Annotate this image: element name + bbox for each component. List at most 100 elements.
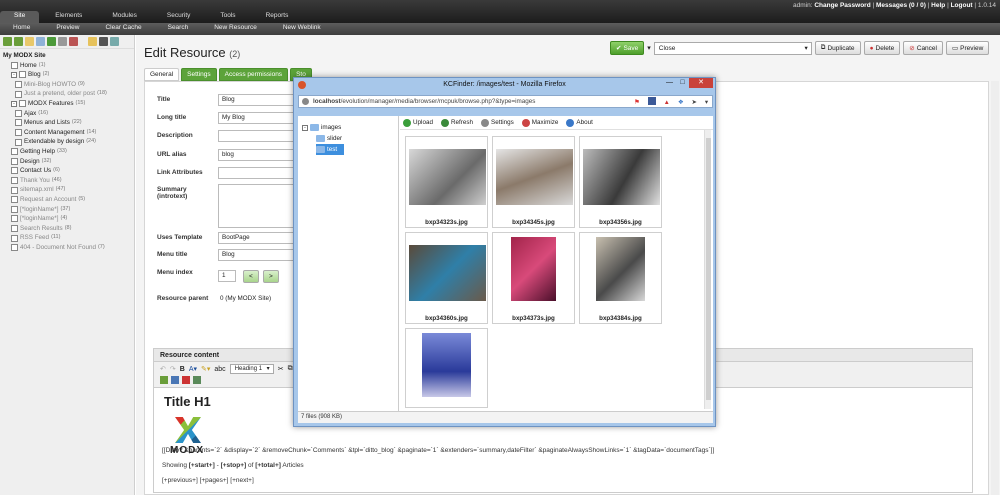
tree-node[interactable]: Mini-Blog HOWTO (9) — [3, 80, 131, 90]
after-save-select[interactable]: Close — [653, 41, 812, 55]
menu-index-increase-button[interactable]: > — [263, 270, 279, 283]
file-item[interactable]: bxp34356s.jpg — [579, 136, 662, 228]
menu-index-decrease-button[interactable]: < — [243, 270, 259, 283]
format-select[interactable]: Heading 1 — [229, 364, 274, 374]
image-icon[interactable] — [160, 376, 168, 384]
tree-node[interactable]: Contact Us (6) — [3, 166, 131, 176]
cut-icon[interactable]: ✂ — [278, 365, 284, 373]
minimize-icon[interactable]: — — [663, 78, 676, 88]
url-bar[interactable]: localhost/evolution/manager/media/browse… — [298, 95, 713, 108]
addon-icon[interactable]: ▲ — [664, 97, 670, 108]
folder-test[interactable]: test — [316, 144, 344, 155]
nav-tab-modules[interactable]: Modules — [98, 11, 151, 23]
preview-button[interactable]: ▭ Preview — [945, 41, 990, 55]
folder-slider[interactable]: slider — [316, 133, 398, 144]
settings-button[interactable]: Settings — [481, 118, 514, 127]
sort-icon[interactable] — [58, 37, 67, 46]
resource-parent-value[interactable]: 0 (My MODX Site) — [220, 295, 271, 302]
refresh-button[interactable]: Refresh — [440, 118, 473, 127]
sub-new-resource[interactable]: New Resource — [201, 23, 270, 35]
tree-node[interactable]: sitemap.xml (47) — [3, 185, 131, 195]
sub-new-weblink[interactable]: New Weblink — [270, 23, 334, 35]
tree-node[interactable]: [*loginName*] (4) — [3, 214, 131, 224]
collapse-icon[interactable] — [14, 37, 23, 46]
collapse-toggle-icon[interactable]: - — [11, 71, 17, 78]
tree-node[interactable]: [*loginName*] (37) — [3, 205, 131, 215]
tree-node[interactable]: Design (32) — [3, 157, 131, 167]
kcfinder-scroll-thumb[interactable] — [706, 138, 711, 400]
close-icon[interactable]: ✕ — [689, 78, 713, 88]
tab-access-permissions[interactable]: Access permissions — [218, 68, 289, 81]
tree-node[interactable]: Menus and Lists (22) — [3, 118, 131, 128]
media-icon[interactable] — [171, 376, 179, 384]
highlight-icon[interactable]: ✎▾ — [201, 365, 210, 373]
file-item[interactable]: bxp34323s.jpg — [405, 136, 488, 228]
change-password-link[interactable]: Change Password — [814, 2, 870, 9]
tree-node[interactable]: 404 - Document Not Found (7) — [3, 243, 131, 253]
new-weblink-icon[interactable] — [36, 37, 45, 46]
send-icon[interactable]: ➤ — [692, 97, 697, 108]
tree-node[interactable]: RSS Feed (11) — [3, 233, 131, 243]
sub-home[interactable]: Home — [0, 23, 43, 35]
window-icon[interactable] — [110, 37, 119, 46]
collapse-toggle-icon[interactable]: - — [11, 100, 17, 107]
tree-node[interactable]: - MODX Features (15) — [3, 99, 131, 109]
refresh-icon[interactable] — [47, 37, 56, 46]
tree-node[interactable]: Just a pretend, older post (18) — [3, 89, 131, 99]
nav-tab-reports[interactable]: Reports — [252, 11, 303, 23]
menu-index-field[interactable]: 1 — [218, 270, 236, 282]
sub-search[interactable]: Search — [155, 23, 202, 35]
nav-tab-tools[interactable]: Tools — [206, 11, 249, 23]
duplicate-button[interactable]: ⧉ Duplicate — [814, 41, 861, 55]
file-item[interactable] — [405, 328, 488, 408]
overflow-icon[interactable]: ▾ — [705, 97, 708, 108]
tree-node[interactable]: Search Results (8) — [3, 224, 131, 234]
tree-node[interactable]: Getting Help (33) — [3, 147, 131, 157]
tree-node[interactable]: Extendable by design (24) — [3, 137, 131, 147]
cancel-button[interactable]: ⊘ Cancel — [903, 41, 943, 55]
tab-general[interactable]: General — [144, 68, 180, 81]
file-item[interactable]: bxp34360s.jpg — [405, 232, 488, 324]
maximize-button[interactable]: Maximize — [521, 118, 558, 127]
file-item[interactable]: bxp34384s.jpg — [579, 232, 662, 324]
tree-node[interactable]: Home (1) — [3, 61, 131, 71]
collapse-toggle-icon[interactable]: - — [302, 124, 308, 131]
menu-icon[interactable] — [99, 37, 108, 46]
purge-icon[interactable] — [69, 37, 78, 46]
new-resource-icon[interactable] — [25, 37, 34, 46]
tree-node[interactable]: Content Management (14) — [3, 128, 131, 138]
nav-tab-security[interactable]: Security — [153, 11, 204, 23]
save-button[interactable]: ✔ Save — [610, 41, 645, 55]
tree-node[interactable]: Thank You (46) — [3, 176, 131, 186]
folder-icon[interactable] — [88, 37, 97, 46]
file-item[interactable]: bxp34373s.jpg — [492, 232, 575, 324]
upload-button[interactable]: Upload — [403, 118, 433, 127]
tab-settings[interactable]: Settings — [181, 68, 217, 81]
main-scrollbar[interactable] — [991, 81, 999, 495]
table-icon[interactable] — [193, 376, 201, 384]
tree-node[interactable]: My MODX Site — [3, 51, 131, 61]
help-link[interactable]: Help — [931, 2, 945, 9]
tree-node[interactable]: Request an Account (5) — [3, 195, 131, 205]
file-item[interactable]: bxp34345s.jpg — [492, 136, 575, 228]
bold-icon[interactable]: B — [180, 366, 185, 373]
tree-node[interactable]: - Blog (2) — [3, 70, 131, 80]
messages-link[interactable]: Messages (0 / 0) — [876, 2, 926, 9]
about-button[interactable]: About — [566, 118, 593, 127]
flag-icon[interactable]: ⚑ — [634, 97, 640, 108]
nav-tab-site[interactable]: Site — [0, 11, 40, 23]
network-icon[interactable]: ❖ — [678, 97, 684, 108]
expand-icon[interactable] — [3, 37, 12, 46]
font-color-icon[interactable]: A▾ — [189, 365, 197, 373]
undo-icon[interactable]: ↶ — [160, 365, 166, 373]
logout-link[interactable]: Logout — [951, 2, 973, 9]
facebook-icon[interactable] — [647, 97, 656, 105]
delete-button[interactable]: ● Delete — [863, 41, 901, 55]
sub-clear-cache[interactable]: Clear Cache — [92, 23, 154, 35]
tree-node[interactable]: Ajax (16) — [3, 109, 131, 119]
youtube-icon[interactable] — [182, 376, 190, 384]
redo-icon[interactable]: ↷ — [170, 365, 176, 373]
save-dropdown-icon[interactable]: ▾ — [647, 44, 651, 52]
spellcheck-icon[interactable]: abc — [214, 366, 225, 373]
maximize-icon[interactable]: □ — [676, 78, 689, 88]
